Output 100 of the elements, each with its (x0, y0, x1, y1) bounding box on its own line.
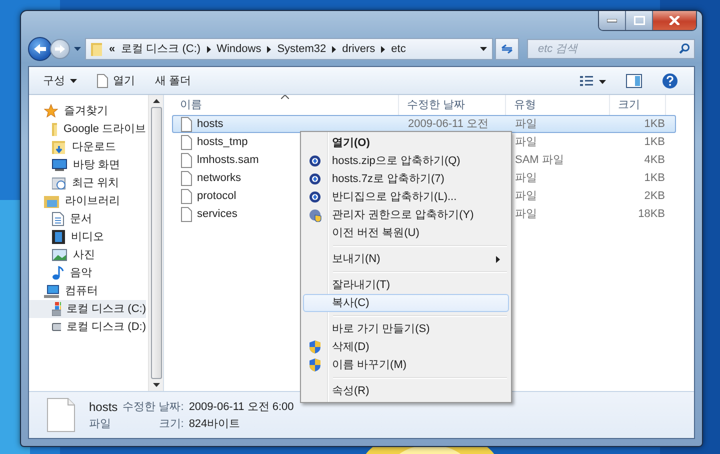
menu-item[interactable]: 이름 바꾸기(M) (303, 356, 509, 374)
menu-item[interactable]: 잘라내기(T) (303, 276, 509, 294)
toolbar-button[interactable]: 새 폴더 (147, 72, 200, 90)
scroll-down-icon[interactable] (152, 383, 160, 387)
size-cell: 1KB (644, 135, 665, 149)
drive-icon (52, 323, 61, 331)
date-cell: 2009-06-11 오전 (408, 117, 489, 131)
refresh-icon (501, 44, 513, 54)
scrollbar[interactable] (148, 95, 163, 391)
file-icon (181, 170, 192, 186)
file-name: lmhosts.sam (197, 153, 259, 167)
menu-item[interactable]: 삭제(D) (303, 338, 509, 356)
drive-icon (52, 302, 61, 316)
preview-pane-icon (626, 74, 642, 88)
archive-icon (309, 173, 321, 185)
sidebar-heading[interactable]: 즐겨찾기 (29, 102, 148, 120)
menu-item[interactable]: 반디집으로 압축하기(L)... (303, 188, 509, 206)
recent-places-icon (52, 176, 66, 190)
chevron-icon (267, 46, 272, 52)
scroll-up-icon[interactable] (152, 99, 160, 103)
submenu-arrow-icon (496, 256, 500, 262)
refresh-button[interactable] (495, 38, 519, 60)
close-icon (669, 16, 680, 25)
breadcrumb[interactable]: 로컬 디스크 (C:) (121, 42, 201, 56)
size-cell: 2KB (644, 189, 665, 203)
image-icon (52, 249, 67, 261)
type-cell: 파일 (515, 135, 537, 149)
menu-item[interactable]: 보내기(N) (303, 250, 509, 268)
chevron-icon (381, 46, 386, 52)
dropdown-icon[interactable] (480, 47, 487, 51)
dropdown-icon (70, 78, 77, 82)
sidebar-item[interactable]: Google 드라이브 (29, 120, 146, 138)
sidebar-heading[interactable]: 라이브러리 (29, 192, 148, 210)
menu-item[interactable]: 바로 가기 만들기(S) (303, 320, 509, 338)
menu-item[interactable]: 이전 버전 복원(U) (303, 224, 509, 242)
folder-icon (52, 122, 58, 136)
type-cell: 파일 (515, 117, 537, 131)
document-icon (97, 74, 108, 88)
toolbar-button[interactable]: 열기 (89, 72, 143, 90)
sidebar-item[interactable]: 비디오 (29, 228, 146, 246)
arrow-right-icon (54, 44, 66, 54)
sidebar-item[interactable]: 로컬 디스크 (C:) (29, 300, 146, 318)
file-name: protocol (197, 189, 236, 203)
sidebar-item[interactable]: 문서 (29, 210, 146, 228)
monitor-icon (52, 159, 67, 171)
menu-item[interactable]: 속성(R) (303, 382, 509, 400)
size-cell: 1KB (644, 117, 665, 131)
back-button[interactable] (28, 37, 52, 61)
chevron-icon (206, 46, 211, 52)
file-name: hosts_tmp (197, 135, 248, 149)
music-note-icon (52, 266, 64, 280)
overflow-chevron[interactable]: « (109, 42, 116, 56)
field-value: 824바이트 (188, 416, 242, 430)
file-name: hosts (197, 117, 224, 131)
type-cell: SAM 파일 (515, 153, 564, 167)
folder-icon (52, 140, 66, 154)
maximize-button[interactable] (625, 11, 652, 30)
field-value: 2009-06-11 오전 6:00 (188, 400, 294, 414)
address-bar[interactable]: « 로컬 디스크 (C:) Windows System32 drivers etc (85, 38, 493, 60)
size-cell: 1KB (644, 171, 665, 185)
breadcrumb[interactable]: drivers (342, 42, 376, 56)
size-cell: 4KB (644, 153, 665, 167)
file-icon (181, 206, 192, 222)
menu-item[interactable]: 복사(C) (303, 294, 509, 312)
archive-icon (309, 191, 321, 203)
sidebar-item[interactable]: 음악 (29, 264, 146, 282)
type-cell: 파일 (515, 207, 537, 221)
sidebar-item[interactable]: 최근 위치 (29, 174, 146, 192)
field-label: 크기: (158, 416, 184, 430)
maximize-icon (634, 16, 644, 25)
close-button[interactable] (652, 11, 696, 30)
sidebar-item[interactable]: 다운로드 (29, 138, 146, 156)
type-cell: 파일 (515, 189, 537, 203)
sidebar-item[interactable]: 사진 (29, 246, 146, 264)
star-icon (44, 104, 58, 118)
menu-item[interactable]: 열기(O) (303, 134, 509, 152)
file-name: hosts (89, 400, 118, 414)
sidebar-item[interactable]: 로컬 디스크 (D:) (29, 318, 146, 336)
library-icon (44, 194, 59, 208)
breadcrumb[interactable]: etc (391, 42, 406, 56)
file-icon (181, 152, 192, 168)
shield-icon (309, 358, 321, 372)
menu-item[interactable]: 관리자 권한으로 압축하기(Y) (303, 206, 509, 224)
type-cell: 파일 (515, 171, 537, 185)
minimize-button[interactable] (599, 11, 625, 30)
sidebar-heading[interactable]: 컴퓨터 (29, 282, 148, 300)
file-icon (181, 188, 192, 204)
search-field[interactable]: etc 검색 (527, 39, 695, 59)
computer-icon (44, 284, 59, 298)
breadcrumb[interactable]: System32 (277, 42, 326, 56)
file-row[interactable]: hosts 2009-06-11 오전 파일 1KB (172, 115, 676, 133)
file-type: 파일 (89, 416, 112, 430)
shield-icon (309, 340, 321, 354)
breadcrumb[interactable]: Windows (216, 42, 262, 56)
sidebar-item[interactable]: 바탕 화면 (29, 156, 146, 174)
file-icon (181, 134, 192, 150)
menu-item[interactable]: hosts.zip으로 압축하기(Q) (303, 152, 509, 170)
arrow-left-icon (33, 43, 47, 55)
toolbar-button[interactable]: 구성 (35, 72, 85, 90)
menu-item[interactable]: hosts.7z로 압축하기(7) (303, 170, 509, 188)
